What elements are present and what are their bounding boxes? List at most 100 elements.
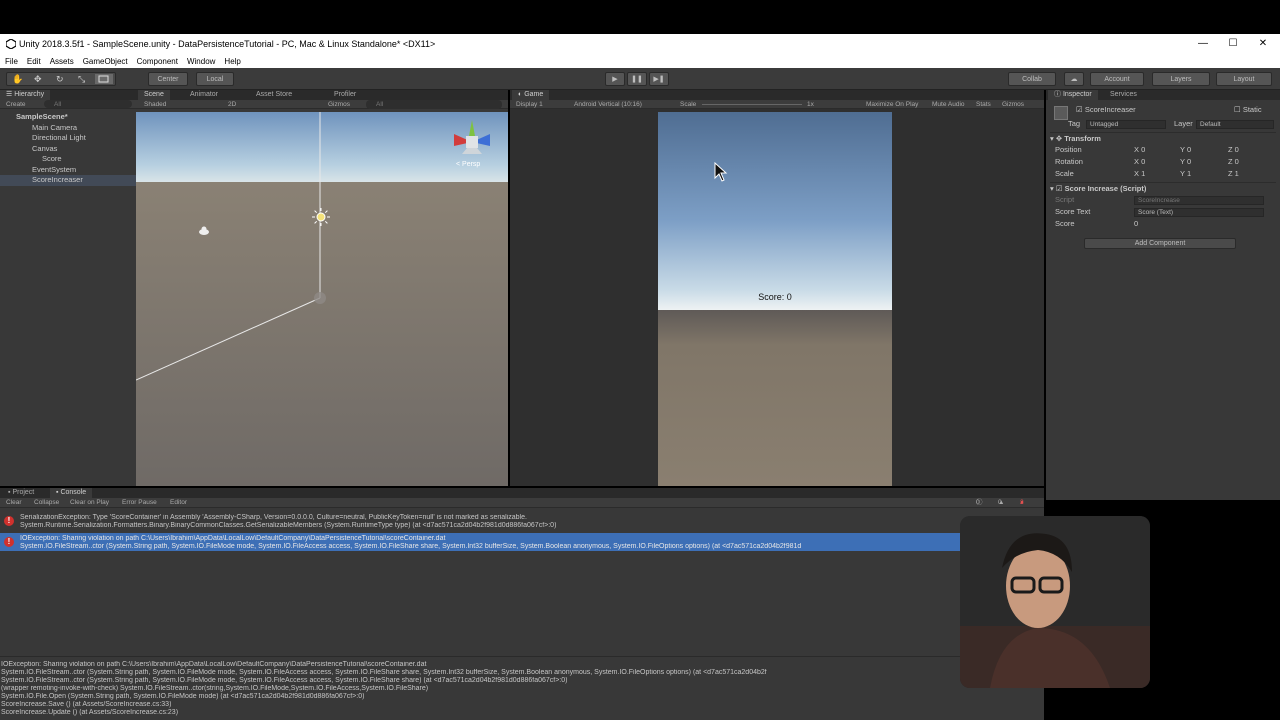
rotation-y[interactable]: 0 [1187,157,1191,166]
console-editor-dropdown[interactable]: Editor [170,498,187,507]
2d-toggle[interactable]: 2D [228,100,236,109]
console-collapse-button[interactable]: Collapse [34,498,59,507]
tab-asset-store[interactable]: Asset Store [250,90,298,100]
console-detail-pane[interactable]: IOException: Sharing violation on path C… [0,656,1044,720]
script-component-header[interactable]: ▾ ☑ Score Increase (Script) [1050,182,1276,194]
unity-logo-icon [6,39,16,49]
hierarchy-item-score[interactable]: Score [0,154,136,165]
console-clear-on-play-button[interactable]: Clear on Play [70,498,109,507]
hierarchy-search-input[interactable]: All [44,100,132,108]
stats-toggle[interactable]: Stats [976,100,991,109]
display-dropdown[interactable]: Display 1 [516,100,543,109]
step-button[interactable]: ▶❚ [649,72,669,86]
scene-tabbar: Scene Animator Asset Store Profiler [136,90,508,100]
rotation-x[interactable]: 0 [1141,157,1145,166]
tab-services[interactable]: Services [1104,90,1143,100]
menu-help[interactable]: Help [224,57,240,66]
create-button[interactable]: Create [6,100,26,109]
rotation-z[interactable]: 0 [1235,157,1239,166]
game-viewport[interactable]: Score: 0 [658,112,892,486]
detail-line: ScoreIncrease.Save () (at Assets/ScoreIn… [1,701,172,708]
menu-assets[interactable]: Assets [50,57,74,66]
static-toggle[interactable]: ☐ Static [1234,104,1262,116]
menu-bar: File Edit Assets GameObject Component Wi… [0,54,1280,68]
collab-button[interactable]: Collab [1008,72,1056,86]
scale-z[interactable]: 1 [1235,169,1239,178]
object-active-toggle[interactable]: ☑ ScoreIncreaser [1076,104,1196,116]
console-clear-button[interactable]: Clear [6,498,22,507]
layers-dropdown[interactable]: Layers [1152,72,1210,86]
scene-viewport[interactable]: < Persp [136,112,508,486]
tab-hierarchy[interactable]: ☰ Hierarchy [0,90,51,100]
layer-dropdown[interactable]: Default [1196,120,1274,129]
scene-root[interactable]: SampleScene* [0,112,136,123]
inspector-tabbar: ⓘ Inspector Services [1046,90,1280,100]
directional-light-icon[interactable] [312,208,330,226]
script-component-title: Score Increase (Script) [1064,184,1147,193]
aspect-dropdown[interactable]: Android Vertical (10:16) [574,100,642,109]
menu-edit[interactable]: Edit [27,57,41,66]
tab-profiler[interactable]: Profiler [328,90,362,100]
scale-slider[interactable] [702,104,802,105]
tag-dropdown[interactable]: Untagged [1086,120,1166,129]
layout-dropdown[interactable]: Layout [1216,72,1272,86]
tab-scene[interactable]: Scene [138,90,170,100]
hierarchy-item-scoreincreaser[interactable]: ScoreIncreaser [0,175,136,186]
hierarchy-item-canvas[interactable]: Canvas [0,144,136,155]
score-field[interactable]: 0 [1134,218,1138,230]
tab-project[interactable]: ▪ Project [2,488,40,498]
scale-fields[interactable]: X 1Y 1Z 1 [1134,168,1274,180]
maximize-button[interactable]: ☐ [1226,38,1240,50]
scale-x[interactable]: 1 [1141,169,1145,178]
console-error-pause-button[interactable]: Error Pause [122,498,157,507]
scale-y[interactable]: 1 [1187,169,1191,178]
score-label: Score [1055,219,1075,228]
minimize-button[interactable]: — [1196,38,1210,50]
close-button[interactable]: ✕ [1256,38,1270,50]
pivot-local-button[interactable]: Local [196,72,234,86]
account-dropdown[interactable]: Account [1090,72,1144,86]
play-button[interactable]: ▶ [605,72,625,86]
console-entry[interactable]: ! SerializationException: Type 'ScoreCon… [0,512,1044,530]
scene-gizmos-dropdown[interactable]: Gizmos [328,100,350,109]
game-gizmos-dropdown[interactable]: Gizmos [1002,100,1024,109]
object-name-field[interactable]: ScoreIncreaser [1085,105,1136,114]
hierarchy-subbar: Create All [0,100,136,109]
shading-dropdown[interactable]: Shaded [144,100,166,109]
hierarchy-item-directional-light[interactable]: Directional Light [0,133,136,144]
score-text-field[interactable]: Score (Text) [1134,208,1264,217]
scene-orientation-gizmo[interactable]: < Persp [450,116,494,168]
audio-source-icon[interactable] [198,226,210,236]
tab-console[interactable]: ▪ Console [50,488,93,498]
static-label: Static [1242,105,1262,114]
rotation-fields[interactable]: X 0Y 0Z 0 [1134,156,1274,168]
menu-window[interactable]: Window [187,57,215,66]
position-y[interactable]: 0 [1187,145,1191,154]
position-x[interactable]: 0 [1141,145,1145,154]
hierarchy-item-main-camera[interactable]: Main Camera [0,123,136,134]
mute-audio-toggle[interactable]: Mute Audio [932,100,965,109]
detail-line: ScoreIncrease.Update () (at Assets/Score… [1,709,179,716]
game-tabbar: ◐ Game [510,90,1044,100]
maximize-on-play-toggle[interactable]: Maximize On Play [866,100,918,109]
position-z[interactable]: 0 [1235,145,1239,154]
pause-button[interactable]: ❚❚ [627,72,647,86]
console-entry-line1: SerializationException: Type 'ScoreConta… [20,514,527,521]
menu-file[interactable]: File [5,57,18,66]
cloud-button[interactable]: ☁ [1064,72,1084,86]
transform-tool-icons[interactable]: ✋ ✥ ↻ ⤡ [7,73,115,85]
console-entry-selected[interactable]: ! IOException: Sharing violation on path… [0,533,1044,551]
pivot-center-button[interactable]: Center [148,72,188,86]
transform-header[interactable]: ▾ ✥ Transform [1050,132,1276,144]
game-subbar: Display 1 Android Vertical (10:16) Scale… [510,100,1044,109]
tab-animator[interactable]: Animator [184,90,224,100]
menu-gameobject[interactable]: GameObject [83,57,128,66]
add-component-button[interactable]: Add Component [1084,238,1236,249]
menu-component[interactable]: Component [137,57,178,66]
hierarchy-item-eventsystem[interactable]: EventSystem [0,165,136,176]
scene-search-input[interactable]: All [366,100,502,109]
tab-game[interactable]: ◐ Game [512,90,550,100]
tab-inspector[interactable]: ⓘ Inspector [1048,90,1098,100]
script-label: Script [1055,195,1075,204]
position-fields[interactable]: X 0Y 0Z 0 [1134,144,1274,156]
